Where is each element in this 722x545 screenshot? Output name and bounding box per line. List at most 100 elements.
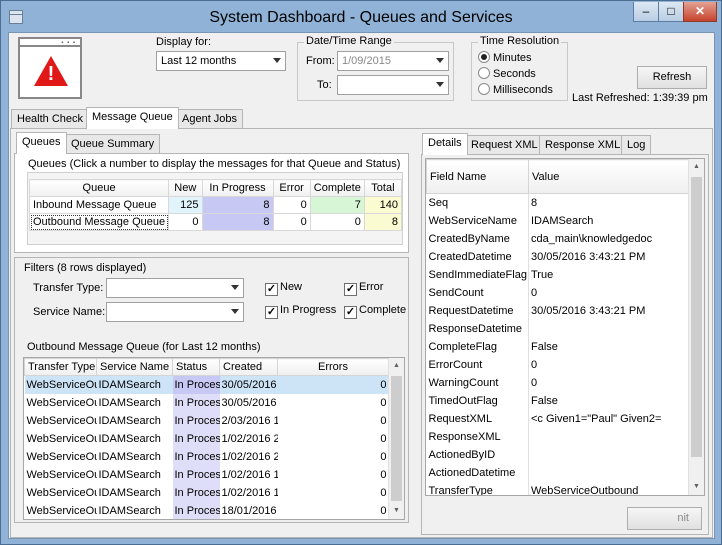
checkbox-new[interactable]: ✓ New (265, 281, 302, 296)
from-date-picker[interactable]: 1/09/2015 (337, 51, 449, 71)
detail-field-name: TransferType (426, 481, 529, 495)
detail-row[interactable]: RequestDatetime 30/05/2016 3:43:21 PM (426, 301, 689, 320)
created-cell: 30/05/2016 (221, 396, 277, 409)
detail-row[interactable]: SendImmediateFlag True (426, 265, 689, 284)
detail-row[interactable]: CompleteFlag False (426, 337, 689, 356)
inbound-in-progress-count[interactable]: 8 (201, 196, 274, 214)
scroll-down-icon[interactable]: ▼ (389, 503, 404, 519)
col-error: Error (272, 179, 311, 197)
tab-health-check[interactable]: Health Check (11, 109, 90, 129)
inbound-total-count[interactable]: 140 (363, 196, 403, 214)
scroll-up-icon[interactable]: ▲ (689, 159, 704, 175)
tab-log[interactable]: Log (621, 135, 652, 155)
to-date-picker[interactable] (337, 75, 449, 95)
radio-seconds[interactable]: Seconds (478, 67, 536, 80)
outbound-error-count[interactable]: 0 (272, 213, 311, 231)
errors-cell: 0 (380, 396, 387, 409)
col-errors[interactable]: Errors (277, 358, 389, 376)
detail-row[interactable]: RequestXML <c Given1="Paul" Given2= (426, 409, 689, 428)
created-cell: 1/02/2016 1 (221, 486, 278, 499)
outbound-table: Transfer Type Service Name Status Create… (24, 358, 389, 519)
queue-row-inbound: Inbound Message Queue 125 8 0 7 140 (28, 196, 403, 214)
checkbox-complete[interactable]: ✓ Complete (344, 304, 406, 319)
service-name-select[interactable] (106, 302, 244, 322)
detail-value: 0 (531, 358, 538, 371)
maximize-button[interactable]: □ (658, 2, 684, 22)
tab-message-queue[interactable]: Message Queue (86, 107, 179, 129)
detail-row[interactable]: ResponseXML (426, 427, 689, 446)
detail-value: False (531, 340, 558, 353)
table-row[interactable]: WebServiceOu IDAMSearch In Proces 1/02/2016… (25, 483, 389, 502)
checkbox-in-progress[interactable]: ✓ In Progress (265, 304, 336, 319)
detail-field-name: RequestXML (426, 409, 529, 428)
detail-row[interactable]: ResponseDatetime (426, 319, 689, 338)
scroll-down-icon[interactable]: ▼ (689, 479, 704, 495)
detail-value: 0 (531, 286, 538, 299)
detail-row[interactable]: CreatedByName cda_main\knowledgedoc (426, 229, 689, 248)
inbound-complete-count[interactable]: 7 (309, 196, 365, 214)
table-row[interactable]: WebServiceOu IDAMSearch In Proces 30/05/201… (24, 375, 389, 394)
outbound-scrollbar[interactable]: ▲ ▼ (388, 358, 404, 519)
tab-request-xml[interactable]: Request XML (465, 135, 544, 155)
queues-table: Queue New In Progress Error Complete Tot… (28, 179, 403, 231)
detail-row[interactable]: TransferType WebServiceOutbound (426, 481, 689, 495)
radio-minutes[interactable]: Minutes (478, 51, 532, 64)
col-status[interactable]: Status (172, 358, 220, 376)
detail-row[interactable]: ActionedDatetime (426, 463, 689, 482)
refresh-button[interactable]: Refresh (637, 66, 707, 89)
chevron-down-icon (436, 58, 444, 63)
detail-row[interactable]: ActionedByID (426, 445, 689, 464)
checkbox-error[interactable]: ✓ Error (344, 281, 383, 296)
close-button[interactable]: ✕ (683, 2, 717, 22)
transfer-type-select[interactable] (106, 278, 244, 298)
table-row[interactable]: WebServiceOu IDAMSearch In Proces 2/03/2016… (25, 411, 389, 430)
details-scrollbar[interactable]: ▲ ▼ (688, 159, 704, 495)
inbound-error-count[interactable]: 0 (272, 196, 311, 214)
detail-field-name: CreatedByName (426, 229, 529, 248)
detail-row[interactable]: ErrorCount 0 (426, 355, 689, 374)
radio-indicator (478, 51, 490, 63)
time-resolution-title: Time Resolution (478, 35, 562, 47)
outbound-in-progress-count[interactable]: 8 (201, 213, 274, 231)
detail-row[interactable]: WebServiceName IDAMSearch (426, 211, 689, 230)
detail-row[interactable]: Seq 8 (426, 193, 689, 212)
minimize-button[interactable]: – (633, 2, 659, 22)
display-for-select[interactable]: Last 12 months (156, 51, 286, 71)
tab-queue-summary[interactable]: Queue Summary (65, 134, 161, 154)
detail-value: <c Given1="Paul" Given2= (531, 412, 662, 425)
col-service-name[interactable]: Service Name (96, 358, 173, 376)
tab-details[interactable]: Details (422, 133, 468, 155)
table-row[interactable]: WebServiceOu IDAMSearch In Proces 1/02/2016… (25, 447, 389, 466)
col-value[interactable]: Value (528, 159, 689, 194)
col-field-name[interactable]: Field Name (426, 159, 529, 194)
radio-minutes-label: Minutes (493, 52, 532, 64)
service-name-cell: IDAMSearch (98, 378, 161, 391)
table-row[interactable]: WebServiceOu IDAMSearch In Proces 1/02/2016… (25, 465, 389, 484)
commit-button[interactable]: nit (627, 507, 702, 530)
table-row[interactable]: WebServiceOu IDAMSearch In Proces 30/05/201… (25, 393, 389, 412)
radio-milliseconds[interactable]: Milliseconds (478, 83, 553, 96)
tab-response-xml[interactable]: Response XML (539, 135, 627, 155)
col-transfer-type[interactable]: Transfer Type (24, 358, 97, 376)
chevron-down-icon (273, 58, 281, 63)
table-row[interactable]: WebServiceOu IDAMSearch In Proces 18/01/201… (25, 501, 389, 519)
check-icon: ✓ (265, 283, 278, 296)
detail-field-name: CreatedDatetime (426, 247, 529, 266)
detail-row[interactable]: SendCount 0 (426, 283, 689, 302)
tab-agent-jobs[interactable]: Agent Jobs (176, 109, 244, 129)
table-row[interactable]: WebServiceOu IDAMSearch In Proces 1/02/2016… (25, 429, 389, 448)
tab-queues[interactable]: Queues (16, 132, 67, 154)
outbound-complete-count[interactable]: 0 (309, 213, 365, 231)
detail-row[interactable]: WarningCount 0 (426, 373, 689, 392)
detail-row[interactable]: TimedOutFlag False (426, 391, 689, 410)
col-total: Total (363, 179, 403, 197)
scroll-thumb[interactable] (391, 376, 402, 501)
detail-field-name: ActionedDatetime (426, 463, 529, 482)
outbound-total-count[interactable]: 8 (363, 213, 403, 231)
scroll-thumb[interactable] (691, 177, 702, 457)
col-created[interactable]: Created (219, 358, 278, 376)
inbound-new-count[interactable]: 125 (168, 196, 203, 214)
scroll-up-icon[interactable]: ▲ (389, 358, 404, 374)
detail-row[interactable]: CreatedDatetime 30/05/2016 3:43:21 PM (426, 247, 689, 266)
outbound-new-count[interactable]: 0 (168, 213, 203, 231)
